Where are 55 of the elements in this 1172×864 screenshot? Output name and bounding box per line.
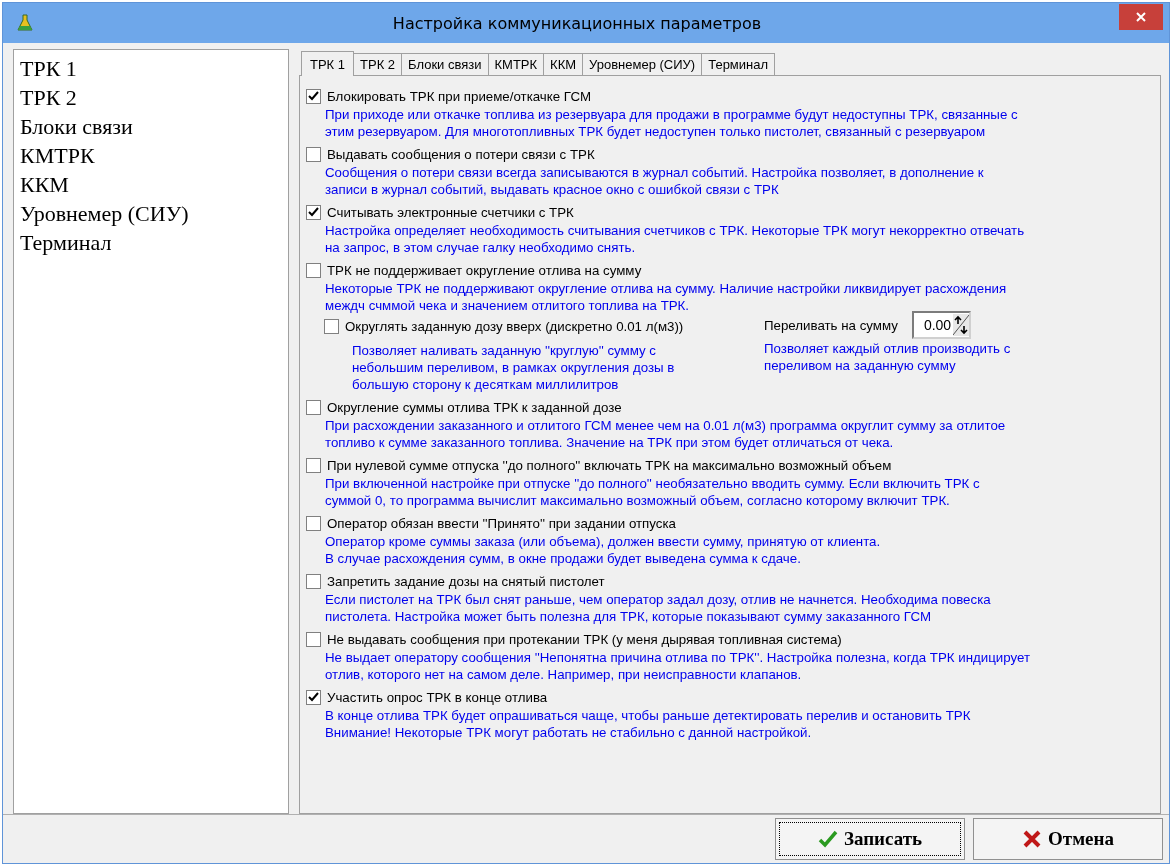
checkbox[interactable]: [306, 262, 321, 278]
option-description: При приходе или откачке топлива из резервуара для продажи в программе будут недоступны ТРК, связанные с этим резервуаром. Для многотопливных ТРК будет недоступен только пистолет, связанный с резервуаром: [324, 106, 1019, 140]
checkbox[interactable]: [306, 457, 321, 473]
option-description: Сообщения о потери связи всегда записываются в журнал событий. Настройка позволяет, в дополнение к записи в журнал событий, выдавать красное окно с ошибкой связи с ТРК: [324, 164, 985, 198]
spin-field[interactable]: 0.00: [911, 311, 972, 339]
sidebar-item[interactable]: ТРК 2: [18, 83, 284, 112]
checkbox-label: Выдавать сообщения о потери связи с ТРК: [327, 146, 595, 162]
field-label: Переливать на сумму: [764, 317, 898, 333]
checkbox[interactable]: [306, 204, 321, 220]
checkbox-label: Считывать электронные счетчики с ТРК: [327, 204, 574, 220]
checkbox-label: Запретить задание дозы на снятый пистолет: [327, 573, 605, 589]
checkbox-label: Не выдавать сообщения при протекании ТРК (у меня дырявая топливная система): [327, 631, 842, 647]
option-description: Не выдает оператору сообщения ''Непонятна причина отлива по ТРК''. Настройка полезна, когда ТРК индицирует отлив, которого нет на самом деле. Например, при неисправности клапанов.: [324, 649, 1032, 683]
option-description: Оператор кроме суммы заказа (или объема), должен ввести сумму, принятую от клиента. В случае расхождения сумм, в окне продажи будет выведена сумма к сдаче.: [324, 533, 882, 567]
tab[interactable]: ТРК 1: [301, 51, 355, 76]
checkbox-label: ТРК не поддерживает округление отлива на сумму: [327, 262, 642, 278]
checkbox-label: Участить опрос ТРК в конце отлива: [327, 689, 548, 705]
checkbox[interactable]: [306, 631, 321, 647]
sidebar-item[interactable]: Блоки связи: [18, 112, 284, 141]
option-description: Некоторые ТРК не поддерживают округление отлива на сумму. Наличие настройки ликвидирует расхождения междч счммой чека и значением отлитого топлива на ТРК.: [324, 280, 1008, 314]
field-description: Позволяет каждый отлив производить с переливом на заданную сумму: [764, 340, 1012, 374]
checkbox-label: Оператор обязан ввести ''Принято'' при задании отпуска: [327, 515, 676, 531]
tab[interactable]: Уровнемер (СИУ): [582, 53, 703, 75]
checkmark-icon: [817, 829, 838, 849]
close-button[interactable]: [1119, 4, 1163, 30]
option-description: Настройка определяет необходимость считывания счетчиков с ТРК. Некоторые ТРК могут некорректно отвечать на запрос, в этом случае галку необходимо снять.: [324, 222, 1026, 256]
close-icon: [1135, 11, 1147, 23]
option-description: В конце отлива ТРК будет опрашиваться чаще, чтобы раньше детектировать перелив и остановить ТРК Внимание! Некоторые ТРК могут работать не стабильно с данной настройкой.: [324, 707, 972, 741]
checkbox[interactable]: [306, 146, 321, 162]
checkbox-label: Округлять заданную дозу вверх (дискретно 0.01 л(м3)): [345, 318, 684, 334]
sidebar-item[interactable]: КМТРК: [18, 141, 284, 170]
sidebar-item[interactable]: ККМ: [18, 170, 284, 199]
checkbox[interactable]: [324, 318, 339, 334]
option-description: При включенной настройке при отпуске ''до полного'' необязательно вводить сумму. Если включить ТРК с суммой 0, то программа вычислит максимально возможный объем, согласно которому включит ТРК.: [324, 475, 981, 509]
save-button[interactable]: Записать: [775, 818, 965, 860]
checkbox-label: Блокировать ТРК при приеме/откачке ГСМ: [327, 88, 591, 104]
checkbox[interactable]: [306, 515, 321, 531]
checkbox-label: Округление суммы отлива ТРК к заданной дозе: [327, 399, 622, 415]
checkbox-label: При нулевой сумме отпуска ''до полного'' включать ТРК на максимально возможный объем: [327, 457, 892, 473]
checkbox[interactable]: [306, 689, 321, 705]
option-description: При расхождении заказанного и отлитого ГСМ менее чем на 0.01 л(м3) программа округлит сумму за отлитое топливо к сумме заказанного топлива. Значение на ТРК при этом будет отличаться от чека.: [324, 417, 1007, 451]
cancel-button[interactable]: Отмена: [973, 818, 1163, 860]
spin-arrows-icon[interactable]: [953, 314, 970, 336]
window-title: Настройка коммуникационных параметров: [391, 13, 763, 33]
flask-icon: [15, 13, 35, 33]
sidebar-item[interactable]: Уровнемер (СИУ): [18, 199, 284, 228]
checkbox[interactable]: [306, 88, 321, 104]
checkbox[interactable]: [306, 399, 321, 415]
cross-icon: [1022, 829, 1043, 849]
sidebar-item[interactable]: ТРК 1: [18, 54, 284, 83]
sidebar-item[interactable]: Терминал: [18, 228, 284, 257]
option-description: Позволяет наливать заданную ''круглую'' сумму с небольшим переливом, в рамках округления дозы в большую сторону к десяткам миллилитров: [351, 342, 676, 393]
option-description: Если пистолет на ТРК был снят раньше, чем оператор задал дозу, отлив не начнется. Необходима повеска пистолета. Настройка может быть полезна для ТРК, которые показывают сумму заказанного ГСМ: [324, 591, 992, 625]
tab[interactable]: Терминал: [701, 53, 776, 75]
checkbox[interactable]: [306, 573, 321, 589]
